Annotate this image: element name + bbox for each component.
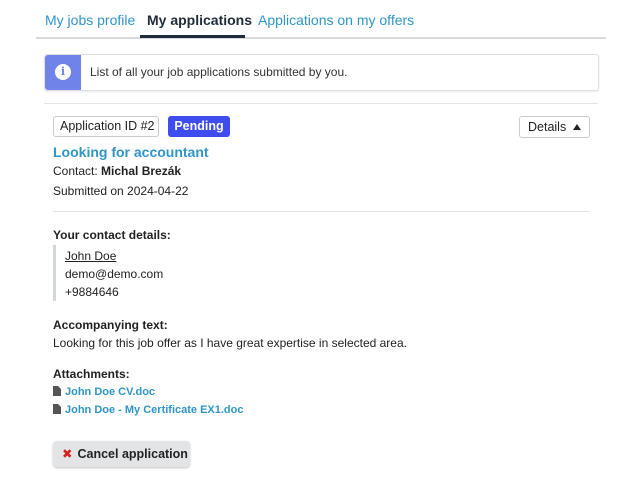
- job-title-link[interactable]: Looking for accountant: [53, 144, 209, 160]
- accompanying-text: Looking for this job offer as I have gre…: [53, 336, 407, 350]
- tab-my-applications[interactable]: My applications: [147, 12, 252, 28]
- details-divider: [53, 211, 590, 212]
- section-divider: [44, 103, 598, 104]
- file-icon: [53, 404, 61, 414]
- attachment-name: John Doe CV.doc: [65, 386, 156, 398]
- x-icon: ✖: [62, 447, 73, 461]
- cancel-application-label: Cancel application: [77, 447, 188, 461]
- contact-name: Michal Brezák: [101, 164, 182, 178]
- contact-label: Contact:: [53, 164, 98, 178]
- contact-details-phone: +9884646: [65, 285, 119, 299]
- submitted-date: Submitted on 2024-04-22: [53, 184, 189, 198]
- application-id-badge: Application ID #2: [53, 116, 159, 137]
- info-alert-bar: i: [45, 55, 81, 90]
- contact-details-border: [53, 245, 56, 301]
- contact-line: Contact: Michal Brezák: [53, 164, 181, 178]
- info-alert-text: List of all your job applications submit…: [90, 65, 348, 79]
- details-button[interactable]: Details: [519, 116, 590, 138]
- attachment-link[interactable]: John Doe CV.doc: [53, 386, 155, 398]
- cancel-application-button[interactable]: ✖ Cancel application: [53, 441, 190, 467]
- contact-details-name: John Doe: [65, 249, 117, 263]
- info-alert: i List of all your job applications subm…: [44, 54, 599, 91]
- active-tab-indicator: [140, 35, 245, 38]
- tab-applications-on-my-offers[interactable]: Applications on my offers: [258, 12, 414, 28]
- file-icon: [53, 386, 61, 396]
- contact-details-email: demo@demo.com: [65, 267, 164, 281]
- tab-my-jobs-profile[interactable]: My jobs profile: [45, 12, 135, 28]
- contact-details-title: Your contact details:: [53, 228, 171, 242]
- status-badge: Pending: [168, 116, 230, 137]
- attachments-title: Attachments:: [53, 367, 130, 381]
- attachment-link[interactable]: John Doe - My Certificate EX1.doc: [53, 404, 243, 416]
- tab-bar: My jobs profile My applications Applicat…: [36, 0, 606, 39]
- attachment-name: John Doe - My Certificate EX1.doc: [65, 404, 244, 416]
- caret-up-icon: [573, 124, 581, 130]
- info-icon: i: [55, 64, 71, 80]
- accompanying-text-title: Accompanying text:: [53, 318, 168, 332]
- details-button-label: Details: [528, 120, 567, 134]
